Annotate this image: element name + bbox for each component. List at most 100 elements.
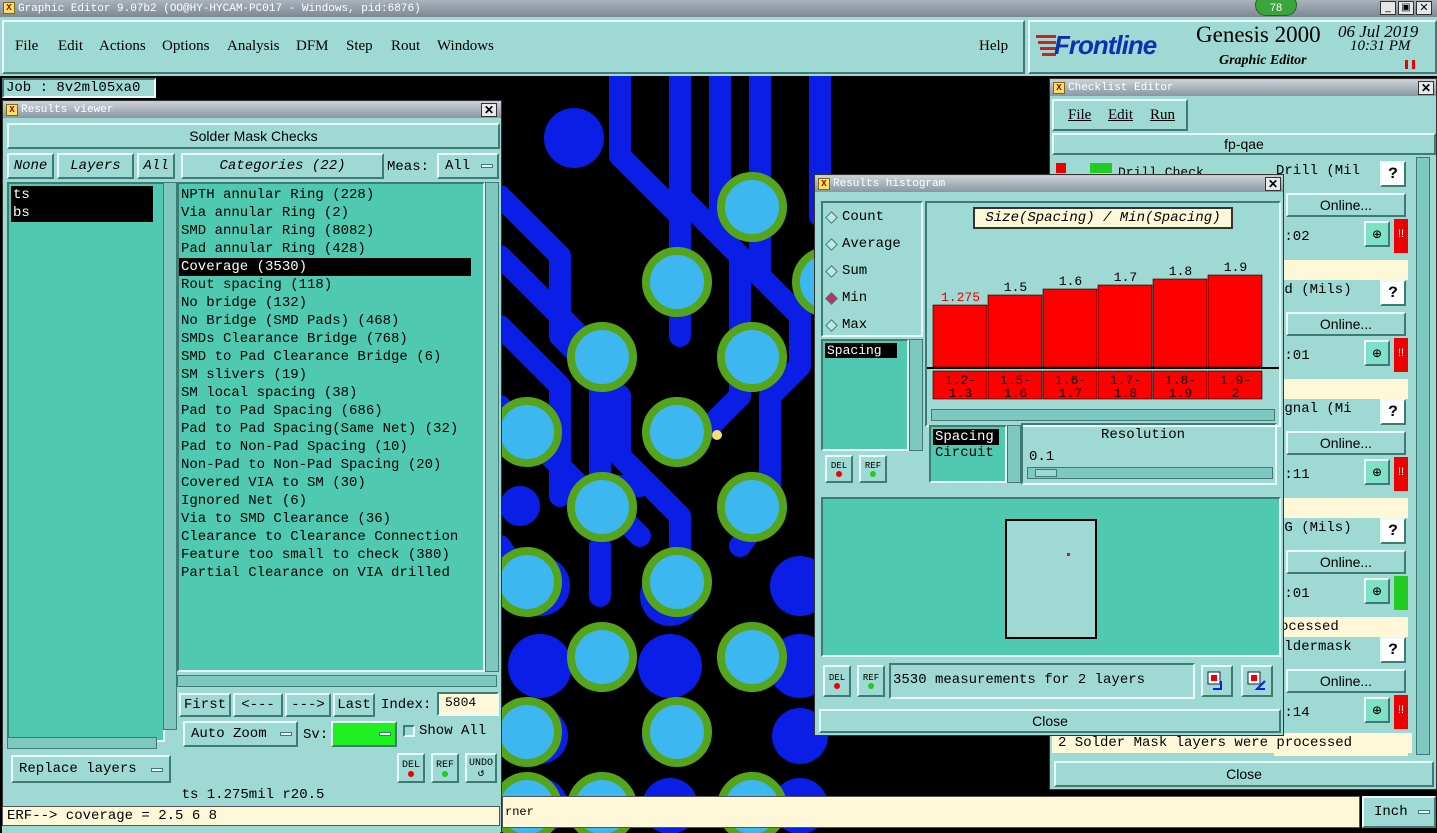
checklist-menu-edit[interactable]: Edit [1108,107,1133,124]
zoom-icon[interactable]: ⊕ [1364,578,1390,604]
category-item[interactable]: SM slivers (19) [179,366,483,384]
attr-scrollbar[interactable] [1007,425,1021,483]
replace-layers-dropdown[interactable]: Replace layers [11,755,171,783]
online-button[interactable]: Online... [1286,431,1406,455]
check-help-button[interactable]: ? [1380,399,1406,425]
layers-list[interactable]: ts bs [7,182,165,742]
category-item[interactable]: Ignored Net (6) [179,492,483,510]
menu-help[interactable]: Help [979,38,1008,55]
measure-list[interactable]: Spacing [821,339,909,451]
attr-item-circuit[interactable]: Circuit [933,445,1003,461]
category-item[interactable]: Pad to Pad Spacing (686) [179,402,483,420]
checklist-menu-run[interactable]: Run [1150,107,1175,124]
restore-button[interactable]: ▣ [1398,1,1414,15]
prev-button[interactable]: <--- [233,693,283,717]
online-button[interactable]: Online... [1286,669,1406,693]
layer-item-bs[interactable]: bs [11,204,153,222]
category-item[interactable]: Rout spacing (118) [179,276,483,294]
ref-button[interactable]: REF [431,753,459,783]
category-item[interactable]: Pad to Pad Spacing(Same Net) (32) [179,420,483,438]
slider-thumb[interactable] [1035,469,1057,477]
zoom-icon[interactable]: ⊕ [1364,221,1390,247]
online-button[interactable]: Online... [1286,550,1406,574]
sv-dropdown[interactable] [331,721,397,747]
categories-header[interactable]: Categories (22) [181,153,384,179]
measure-scrollbar[interactable] [909,339,923,451]
histogram-bar[interactable] [1207,274,1263,368]
category-item[interactable]: NPTH annular Ring (228) [179,186,483,204]
category-item[interactable]: No Bridge (SMD Pads) (468) [179,312,483,330]
zoom-icon[interactable]: ⊕ [1364,459,1390,485]
last-button[interactable]: Last [333,693,375,717]
mode-radio-sum[interactable]: Sum [825,261,867,281]
check-help-button[interactable]: ? [1380,518,1406,544]
zoom-in-layout-button[interactable] [1201,665,1233,697]
histogram-bar[interactable] [1152,278,1208,368]
layers-scrollbar[interactable] [163,182,177,730]
histogram-close-icon[interactable]: ✕ [1265,177,1281,191]
checklist-close-button[interactable]: Close [1054,761,1434,787]
mode-radio-average[interactable]: Average [825,234,901,254]
histogram-bar[interactable] [987,294,1043,368]
attr-list[interactable]: Spacing Circuit [929,425,1007,483]
category-item[interactable]: No bridge (132) [179,294,483,312]
check-help-button[interactable]: ? [1380,161,1406,187]
category-item[interactable]: Covered VIA to SM (30) [179,474,483,492]
zoom-icon[interactable]: ⊕ [1364,340,1390,366]
layout-ref-button[interactable]: REF [857,665,885,697]
category-item[interactable]: SMD to Pad Clearance Bridge (6) [179,348,483,366]
zoom-icon[interactable]: ⊕ [1364,697,1390,723]
menu-edit[interactable]: Edit [58,38,83,55]
category-item[interactable]: SM local spacing (38) [179,384,483,402]
category-item[interactable]: Coverage (3530) [179,258,471,276]
resolution-slider[interactable] [1027,467,1273,479]
layers-hscrollbar[interactable] [7,737,157,749]
layers-header[interactable]: Layers [57,153,134,179]
hist-del-button[interactable]: DEL [825,455,853,483]
histogram-bar[interactable] [932,304,988,368]
chart-hscrollbar[interactable] [931,409,1275,421]
checklist-close-icon[interactable]: ✕ [1418,81,1434,95]
menu-rout[interactable]: Rout [391,38,420,55]
layers-all-button[interactable]: All [137,153,175,179]
mode-radio-max[interactable]: Max [825,315,867,335]
command-line[interactable]: rner [502,796,1360,828]
mode-radio-count[interactable]: Count [825,207,884,227]
mode-radio-min[interactable]: Min [825,288,867,308]
layout-del-button[interactable]: DEL [823,665,851,697]
index-input[interactable]: 5804 [437,692,499,716]
category-item[interactable]: Feature too small to check (380) [179,546,483,564]
menu-dfm[interactable]: DFM [296,38,329,55]
categories-list[interactable]: NPTH annular Ring (228) Via annular Ring … [177,182,485,672]
category-item[interactable]: Via annular Ring (2) [179,204,483,222]
del-button[interactable]: DEL [397,753,425,783]
menu-options[interactable]: Options [162,38,210,55]
meas-dropdown[interactable]: All [437,153,499,179]
category-item[interactable]: Clearance to Clearance Connection [179,528,483,546]
histogram-chart[interactable]: 1.2751.2-1.31.51.5-1.61.61.6-1.71.71.7-1… [927,231,1279,411]
zoom-out-layout-button[interactable] [1241,665,1273,697]
menu-file[interactable]: File [15,38,38,55]
categories-hscrollbar[interactable] [177,675,497,687]
menu-analysis[interactable]: Analysis [227,38,280,55]
units-dropdown[interactable]: Inch [1362,796,1436,828]
menu-actions[interactable]: Actions [99,38,146,55]
close-window-button[interactable]: ✕ [1416,1,1432,15]
online-button[interactable]: Online... [1286,193,1406,217]
category-item[interactable]: SMDs Clearance Bridge (768) [179,330,483,348]
check-help-button[interactable]: ? [1380,637,1406,663]
hist-ref-button[interactable]: REF [859,455,887,483]
attr-item-spacing[interactable]: Spacing [933,429,999,445]
show-all-checkbox[interactable] [403,725,415,737]
category-item[interactable]: Via to SMD Clearance (36) [179,510,483,528]
undo-button[interactable]: UNDO ↺ [465,753,497,783]
category-item[interactable]: Pad annular Ring (428) [179,240,483,258]
results-viewer-close-icon[interactable]: ✕ [481,103,497,117]
next-button[interactable]: ---> [285,693,331,717]
minimize-button[interactable]: _ [1380,1,1396,15]
menu-step[interactable]: Step [346,38,373,55]
check-help-button[interactable]: ? [1380,280,1406,306]
auto-zoom-dropdown[interactable]: Auto Zoom [183,721,298,747]
histogram-close-button[interactable]: Close [819,709,1281,733]
category-item[interactable]: Partial Clearance on VIA drilled [179,564,483,582]
